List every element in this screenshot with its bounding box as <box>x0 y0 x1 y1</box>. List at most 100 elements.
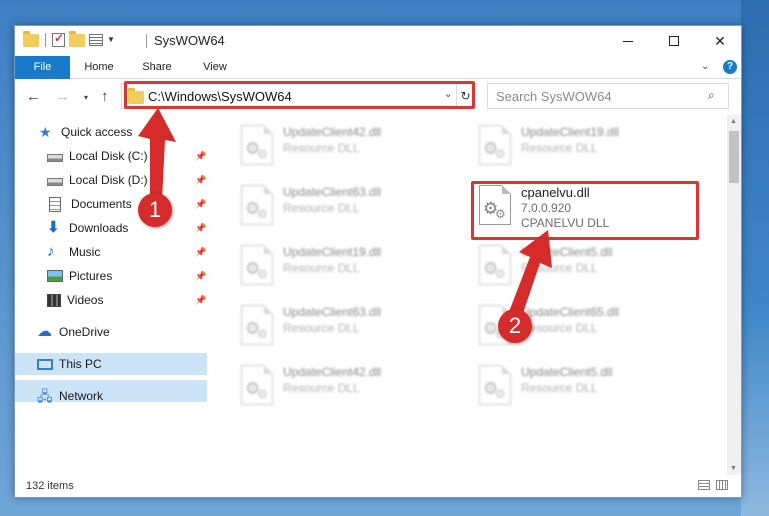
tab-share[interactable]: Share <box>137 56 177 79</box>
back-button[interactable]: ← <box>26 88 41 105</box>
file-explorer-window: ▼ SysWOW64 ✕ File Home Share View ⌄ ? ← … <box>14 25 742 498</box>
drive-icon <box>47 178 63 186</box>
properties-check-icon[interactable] <box>52 31 65 47</box>
refresh-button[interactable]: ↻ <box>456 84 474 108</box>
forward-button[interactable]: → <box>55 88 70 105</box>
toolbar-dropdown-icon[interactable]: ▼ <box>107 35 115 44</box>
address-dropdown-icon[interactable]: ⌄ <box>444 89 452 100</box>
dll-file-icon: ⚙⚙ <box>241 365 273 405</box>
file-description: Resource DLL <box>283 201 360 215</box>
up-button[interactable]: ↑ <box>101 88 109 105</box>
pin-icon[interactable]: 📌 <box>195 151 206 162</box>
status-bar: 132 items <box>15 475 741 497</box>
file-name: UpdateClient19.dll <box>521 125 620 139</box>
pin-icon[interactable]: 📌 <box>195 271 206 282</box>
sidebar-item-quick-access[interactable]: ★ Quick access <box>15 121 207 143</box>
scroll-up-icon[interactable]: ▲ <box>730 118 737 125</box>
sidebar-item-label: Local Disk (C:) <box>69 149 148 163</box>
sidebar-item-pictures[interactable]: Pictures 📌 <box>15 265 207 287</box>
help-icon[interactable]: ? <box>723 60 737 74</box>
folder-icon <box>23 31 39 47</box>
file-item[interactable]: ⚙ ⚙ UpdateClient42.dll Resource DLL <box>233 361 453 413</box>
new-folder-icon[interactable] <box>69 31 85 47</box>
sidebar-item-local-disk-c[interactable]: Local Disk (C:) 📌 <box>15 145 207 167</box>
file-name: UpdateClient63.dll <box>283 185 382 199</box>
file-name: UpdateClient42.dll <box>283 125 382 139</box>
search-box[interactable]: ⌕ <box>487 83 729 109</box>
dll-file-icon: ⚙⚙ <box>241 305 273 345</box>
star-icon: ★ <box>39 124 52 140</box>
search-input[interactable] <box>496 88 696 104</box>
sidebar-item-this-pc[interactable]: This PC <box>15 353 207 375</box>
maximize-button[interactable] <box>651 26 697 56</box>
file-description: Resource DLL <box>521 321 598 335</box>
pictures-icon <box>47 270 63 282</box>
file-description: Resource DLL <box>283 381 360 395</box>
file-item[interactable]: ⚙ ⚙ UpdateClient63.dll Resource DLL <box>233 181 453 233</box>
address-path[interactable]: C:\Windows\SysWOW64 <box>148 89 292 104</box>
desktop-background <box>741 0 769 516</box>
file-list: ⚙ ⚙ UpdateClient42.dll Resource DLL ⚙ ⚙ Up… <box>211 115 727 475</box>
sidebar-item-label: Videos <box>67 293 104 307</box>
quick-access-toolbar: ▼ <box>23 31 115 47</box>
file-item[interactable]: ⚙ ⚙ UpdateClient5.dll Resource DLL <box>471 241 691 293</box>
downloads-icon: ⬇ <box>47 219 60 236</box>
file-name: UpdateClient42.dll <box>283 365 382 379</box>
minimize-button[interactable] <box>605 26 651 56</box>
maximize-icon <box>669 36 679 46</box>
pin-icon[interactable]: 📌 <box>195 175 206 186</box>
file-name: cpanelvu.dll <box>521 185 590 200</box>
sidebar-item-label: Network <box>59 389 104 403</box>
documents-icon <box>49 196 61 212</box>
file-item[interactable]: ⚙ ⚙ UpdateClient42.dll Resource DLL <box>233 121 453 173</box>
file-name: UpdateClient5.dll <box>521 245 613 259</box>
music-icon: ♪ <box>47 243 55 260</box>
sidebar-item-label: Documents <box>71 197 132 211</box>
address-bar[interactable]: C:\Windows\SysWOW64 ⌄ ↻ <box>121 83 473 109</box>
pin-icon[interactable]: 📌 <box>195 295 206 306</box>
recent-locations-button[interactable]: ▾ <box>84 93 88 102</box>
large-icons-view-icon[interactable] <box>716 480 728 490</box>
file-item[interactable]: ⚙ ⚙ UpdateClient19.dll Resource DLL <box>233 241 453 293</box>
scroll-down-icon[interactable]: ▼ <box>730 465 737 472</box>
ribbon-tabs: File Home Share View ⌄ ? <box>15 56 741 79</box>
sidebar-item-music[interactable]: ♪ Music 📌 <box>15 241 207 263</box>
file-description: Resource DLL <box>283 261 360 275</box>
close-button[interactable]: ✕ <box>697 26 743 56</box>
sidebar-item-videos[interactable]: Videos 📌 <box>15 289 207 311</box>
scrollbar-thumb[interactable] <box>729 131 739 183</box>
navigation-bar: ← → ▾ ↑ C:\Windows\SysWOW64 ⌄ ↻ ⌕ <box>15 79 741 115</box>
file-name: UpdateClient63.dll <box>283 305 382 319</box>
file-name: UpdateClient5.dll <box>521 365 613 379</box>
pin-icon[interactable]: 📌 <box>195 199 206 210</box>
expand-ribbon-icon[interactable]: ⌄ <box>701 61 709 72</box>
sidebar-item-local-disk-d[interactable]: Local Disk (D:) 📌 <box>15 169 207 191</box>
vertical-scrollbar[interactable]: ▲ ▼ <box>727 115 741 475</box>
sidebar-item-label: Music <box>69 245 101 259</box>
dll-file-icon: ⚙⚙ <box>241 185 273 225</box>
sidebar-item-documents[interactable]: Documents 📌 <box>15 193 207 215</box>
file-item[interactable]: ⚙ ⚙ UpdateClient5.dll Resource DLL <box>471 361 691 413</box>
tab-view[interactable]: View <box>195 56 235 79</box>
dll-file-icon: ⚙⚙ <box>479 245 511 285</box>
pin-icon[interactable]: 📌 <box>195 223 206 234</box>
file-item-cpanelvu[interactable]: ⚙ ⚙ cpanelvu.dll 7.0.0.920 CPANELVU DLL <box>471 181 691 233</box>
this-pc-icon <box>37 358 53 370</box>
title-divider <box>146 34 147 48</box>
file-name: UpdateClient65.dll <box>521 305 620 319</box>
details-view-icon[interactable] <box>698 480 710 490</box>
customize-toolbar-icon[interactable] <box>89 33 103 46</box>
tab-file[interactable]: File <box>15 56 70 79</box>
file-item[interactable]: ⚙ ⚙ UpdateClient63.dll Resource DLL <box>233 301 453 353</box>
network-icon: 🖧 <box>37 388 53 404</box>
sidebar-item-onedrive[interactable]: ☁ OneDrive <box>15 321 207 343</box>
pin-icon[interactable]: 📌 <box>195 247 206 258</box>
window-title: SysWOW64 <box>154 33 225 48</box>
file-item[interactable]: ⚙ ⚙ UpdateClient19.dll Resource DLL <box>471 121 691 173</box>
sidebar-item-network[interactable]: 🖧 Network <box>15 385 207 407</box>
file-description: Resource DLL <box>521 381 598 395</box>
sidebar-item-label: Downloads <box>69 221 129 235</box>
tab-home[interactable]: Home <box>79 56 119 79</box>
sidebar-item-downloads[interactable]: ⬇ Downloads 📌 <box>15 217 207 239</box>
search-icon[interactable]: ⌕ <box>708 88 715 103</box>
